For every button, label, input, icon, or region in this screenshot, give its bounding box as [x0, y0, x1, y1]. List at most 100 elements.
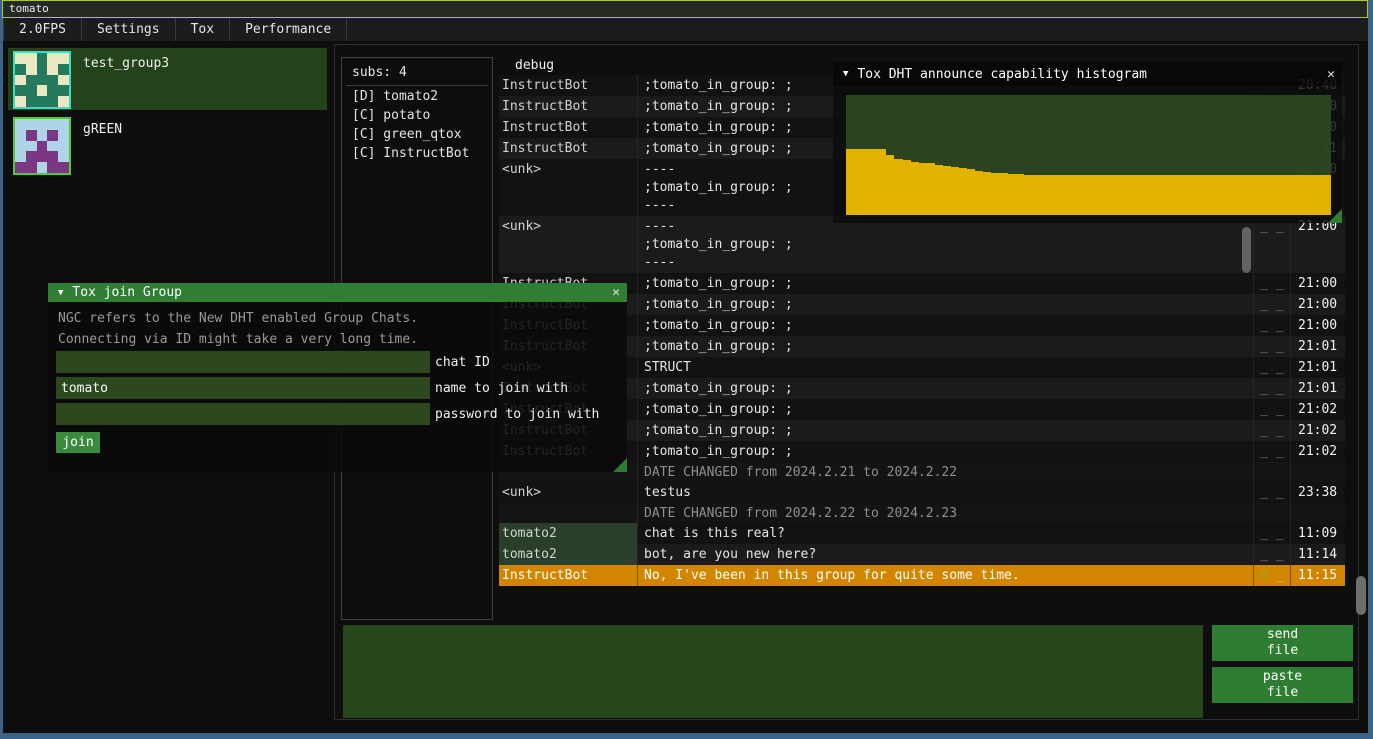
- avatar-pixel: [58, 64, 69, 75]
- histogram-bar: [1016, 174, 1024, 215]
- avatar-pixel: [47, 64, 58, 75]
- message-status-cell: _ _: [1254, 441, 1291, 462]
- avatar-pixel: [37, 96, 48, 107]
- histogram-bar: [1105, 175, 1113, 215]
- histogram-bar: [927, 163, 935, 215]
- message-text-cell: ;tomato_in_group: ;: [638, 420, 1254, 441]
- message-status-cell: _ _: [1254, 357, 1291, 378]
- avatar-pixel: [26, 130, 37, 141]
- avatar-pixel: [37, 75, 48, 86]
- avatar-pixel: [15, 53, 26, 64]
- os-title-bar[interactable]: tomato: [2, 0, 1368, 18]
- chat-message-row: tomato2bot, are you new here?_ _11:14: [499, 544, 1345, 565]
- subs-member-item[interactable]: [C] InstructBot: [342, 143, 492, 162]
- histogram-bar: [911, 162, 919, 215]
- join-field-row: name to join with: [56, 377, 627, 399]
- collapse-arrow-icon[interactable]: ▼: [58, 288, 63, 298]
- message-status-cell: _ _: [1254, 216, 1291, 273]
- histogram-bar: [967, 169, 975, 215]
- collapse-arrow-icon[interactable]: ▼: [843, 69, 848, 79]
- window-border: [0, 0, 3, 739]
- message-time-cell: 23:38: [1291, 482, 1345, 503]
- join-group-title: Tox join Group: [72, 285, 182, 300]
- menu-item-settings[interactable]: Settings: [82, 18, 176, 41]
- histogram-bar: [959, 168, 967, 215]
- message-status-cell: _ _: [1254, 273, 1291, 294]
- date-changed-text: DATE CHANGED from 2024.2.22 to 2024.2.23: [638, 503, 1254, 523]
- histogram-bar: [870, 149, 878, 215]
- join-input-password-to-join-with[interactable]: [56, 403, 430, 425]
- chat-message-row: <unk>testus_ _23:38: [499, 482, 1345, 503]
- status-glyph: _: [1260, 339, 1268, 354]
- avatar-pixel: [15, 96, 26, 107]
- histogram-bar: [1153, 175, 1161, 215]
- histogram-bar: [894, 159, 902, 215]
- join-input-name-to-join-with[interactable]: [56, 377, 430, 399]
- status-glyph: _: [1276, 297, 1284, 312]
- message-time-cell: 11:09: [1291, 523, 1345, 544]
- message-line: No, I've been in this group for quite so…: [644, 568, 1251, 586]
- histogram-bar: [1024, 175, 1032, 215]
- message-text-cell: ;tomato_in_group: ;: [638, 315, 1254, 336]
- subs-member-item[interactable]: [C] green_qtox: [342, 124, 492, 143]
- message-input[interactable]: [343, 625, 1203, 718]
- message-text-cell: ;tomato_in_group: ;: [638, 441, 1254, 462]
- chat-tab-label: debug: [515, 58, 554, 73]
- subs-member-item[interactable]: [D] tomato2: [342, 86, 492, 105]
- message-author-cell: <unk>: [499, 482, 638, 503]
- chat-scrollbar[interactable]: [1356, 576, 1366, 615]
- status-glyph: _: [1276, 318, 1284, 333]
- status-glyph: _: [1276, 444, 1284, 459]
- subs-member-item[interactable]: [C] potato: [342, 105, 492, 124]
- join-group-window: ▼ Tox join Group ✕ NGC refers to the New…: [48, 283, 627, 472]
- group-item-gREEN[interactable]: gREEN: [8, 114, 327, 176]
- dht-histogram-titlebar[interactable]: ▼ Tox DHT announce capability histogram …: [833, 62, 1342, 86]
- window-title: tomato: [9, 2, 49, 15]
- chat-inner-scrollbar[interactable]: [1242, 227, 1251, 273]
- avatar-pixel: [58, 119, 69, 130]
- message-text-cell: ;tomato_in_group: ;: [638, 273, 1254, 294]
- dht-histogram-title: Tox DHT announce capability histogram: [857, 67, 1147, 82]
- group-avatar: [13, 51, 71, 109]
- menu-item-2-0fps: 2.0FPS: [3, 18, 82, 41]
- resize-grip-icon[interactable]: [613, 458, 627, 472]
- avatar-pixel: [37, 130, 48, 141]
- group-name-label: gREEN: [83, 122, 122, 137]
- app-window: tomato 2.0FPSSettingsToxPerformance test…: [0, 0, 1373, 739]
- avatar-pixel: [37, 119, 48, 130]
- join-input-chat-id[interactable]: [56, 351, 430, 373]
- close-icon[interactable]: ✕: [612, 285, 620, 300]
- resize-grip-icon[interactable]: [1328, 209, 1342, 223]
- group-name-label: test_group3: [83, 56, 169, 71]
- message-time-cell: [1291, 503, 1345, 523]
- status-glyph: _: [1276, 360, 1284, 375]
- histogram-bar: [1290, 175, 1298, 215]
- status-glyph: _: [1276, 339, 1284, 354]
- histogram-bar: [1185, 175, 1193, 215]
- group-item-test_group3[interactable]: test_group3: [8, 48, 327, 110]
- message-time-cell: 21:02: [1291, 441, 1345, 462]
- chat-message-row: <unk>----;tomato_in_group: ;----_ _21:00: [499, 216, 1345, 273]
- histogram-bar: [1226, 175, 1234, 215]
- histogram-bar: [1056, 175, 1064, 215]
- status-glyph: d: [1260, 568, 1268, 583]
- menu-item-performance[interactable]: Performance: [230, 18, 347, 41]
- histogram-bar: [1137, 175, 1145, 215]
- paste-file-button[interactable]: paste file: [1212, 667, 1353, 703]
- dht-histogram-body: [833, 86, 1342, 223]
- send-file-button[interactable]: send file: [1212, 625, 1353, 661]
- histogram-bar: [983, 172, 991, 215]
- message-line: bot, are you new here?: [644, 547, 1251, 565]
- status-glyph: _: [1276, 423, 1284, 438]
- join-group-titlebar[interactable]: ▼ Tox join Group ✕: [48, 283, 627, 302]
- message-author-cell: [499, 503, 638, 523]
- message-line: ;tomato_in_group: ;: [644, 402, 1251, 420]
- avatar-pixel: [47, 141, 58, 152]
- close-icon[interactable]: ✕: [1327, 67, 1335, 82]
- histogram-bar: [903, 160, 911, 215]
- avatar-pixel: [26, 53, 37, 64]
- message-line: ;tomato_in_group: ;: [644, 318, 1251, 336]
- avatar-pixel: [26, 64, 37, 75]
- join-button[interactable]: join: [56, 432, 100, 453]
- menu-item-tox[interactable]: Tox: [176, 18, 230, 41]
